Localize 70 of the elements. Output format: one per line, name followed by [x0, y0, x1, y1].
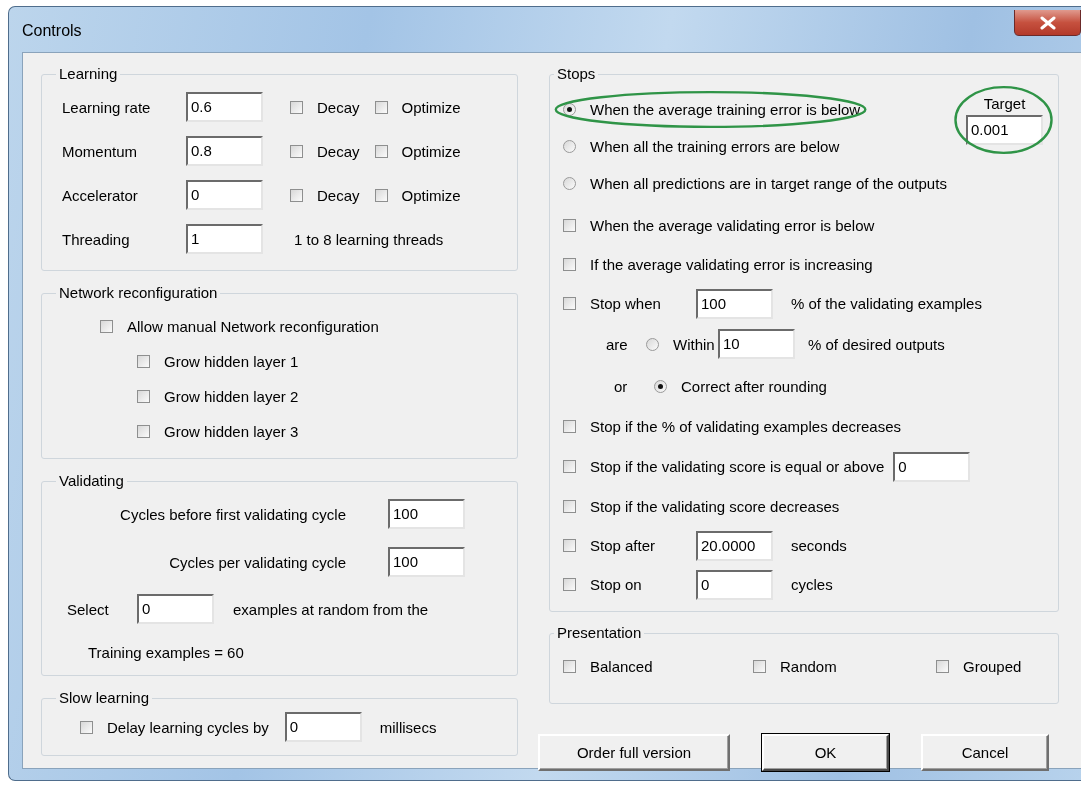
text-field[interactable]: 0 [186, 180, 263, 210]
field-label: Cycles before first validating cycle [119, 505, 346, 523]
checkbox[interactable]: Decay [290, 186, 360, 204]
checkbox[interactable]: Stop if the validating score is equal or above [563, 458, 885, 475]
checkbox[interactable]: Random [753, 657, 837, 675]
field-label: Threading [62, 230, 131, 248]
checkbox[interactable]: Balanced [563, 657, 653, 675]
field-label: Cycles per validating cycle [168, 553, 346, 571]
field-label: Select [67, 600, 110, 618]
field-label: Target [983, 95, 1026, 112]
text-field[interactable]: 1 [186, 224, 263, 254]
checkbox[interactable]: Optimize [374, 186, 461, 204]
dialog-button[interactable]: OK [762, 734, 889, 771]
unit-label: % of desired outputs [808, 335, 945, 353]
checkbox[interactable]: Grow hidden layer 2 [137, 388, 299, 405]
radio-button[interactable]: When all predictions are in target range of the outputs [563, 175, 947, 192]
hint-text: 1 to 8 learning threads [294, 230, 444, 248]
radio-button[interactable]: Correct after rounding [654, 377, 827, 395]
info-text: Training examples = 60 [88, 643, 244, 661]
text-field[interactable]: 100 [388, 547, 465, 577]
checkbox[interactable]: If the average validating error is increasing [563, 256, 873, 273]
text-field[interactable]: 100 [696, 288, 773, 319]
text-field[interactable]: 20.0000 [696, 530, 773, 561]
unit-label: millisecs [379, 718, 437, 736]
radio-button[interactable]: When all the training errors are below [563, 138, 840, 155]
checkbox[interactable]: Optimize [374, 142, 461, 160]
checkbox[interactable]: Optimize [374, 98, 461, 116]
checkbox[interactable]: Grow hidden layer 1 [137, 353, 299, 370]
checkbox[interactable]: Stop when [563, 295, 696, 312]
unit-label: cycles [791, 576, 833, 593]
checkbox[interactable]: Grouped [936, 657, 1022, 675]
unit-label: seconds [791, 537, 847, 554]
field-label: Momentum [62, 142, 139, 160]
checkbox[interactable]: Delay learning cycles by [80, 718, 269, 736]
radio-button[interactable]: Within [646, 335, 718, 353]
close-button[interactable] [1014, 10, 1081, 36]
field-label: Learning rate [62, 98, 152, 116]
checkbox[interactable]: Allow manual Network reconfiguration [100, 318, 379, 335]
dialog-button[interactable]: Cancel [921, 734, 1049, 771]
text-field[interactable]: 0 [284, 712, 362, 742]
text-field[interactable]: 0.6 [186, 92, 263, 122]
field-label: examples at random from the [233, 600, 429, 618]
text-field[interactable]: 0 [137, 594, 214, 624]
field-label: or [614, 377, 629, 395]
checkbox[interactable]: Stop if the validating score decreases [563, 498, 840, 515]
unit-label: % of the validating examples [791, 295, 982, 312]
text-field[interactable]: 0 [696, 569, 773, 600]
field-label: Accelerator [62, 186, 139, 204]
checkbox[interactable]: Decay [290, 98, 360, 116]
checkbox[interactable]: Stop after [563, 537, 696, 554]
close-icon [1039, 15, 1056, 30]
dialog-button[interactable]: Order full version [538, 734, 730, 771]
text-field[interactable]: 10 [718, 329, 795, 359]
checkbox[interactable]: Stop if the % of validating examples decreases [563, 418, 901, 435]
group-title: Learning [58, 65, 119, 83]
group-title: Stops [556, 65, 597, 83]
text-field[interactable]: 0 [893, 451, 971, 482]
group-title: Validating [58, 472, 125, 490]
window-title: Controls [22, 22, 82, 40]
checkbox[interactable]: When the average validating error is below [563, 217, 875, 234]
field-label: are [606, 335, 629, 353]
text-field[interactable]: 100 [388, 499, 465, 529]
checkbox[interactable]: Stop on [563, 576, 696, 593]
text-field[interactable]: 0.001 [966, 115, 1043, 145]
text-field[interactable]: 0.8 [186, 136, 263, 166]
group-title: Presentation [556, 624, 643, 642]
checkbox[interactable]: Decay [290, 142, 360, 160]
group-title: Network reconfiguration [58, 284, 219, 302]
checkbox[interactable]: Grow hidden layer 3 [137, 423, 299, 440]
group-title: Slow learning [58, 689, 151, 707]
